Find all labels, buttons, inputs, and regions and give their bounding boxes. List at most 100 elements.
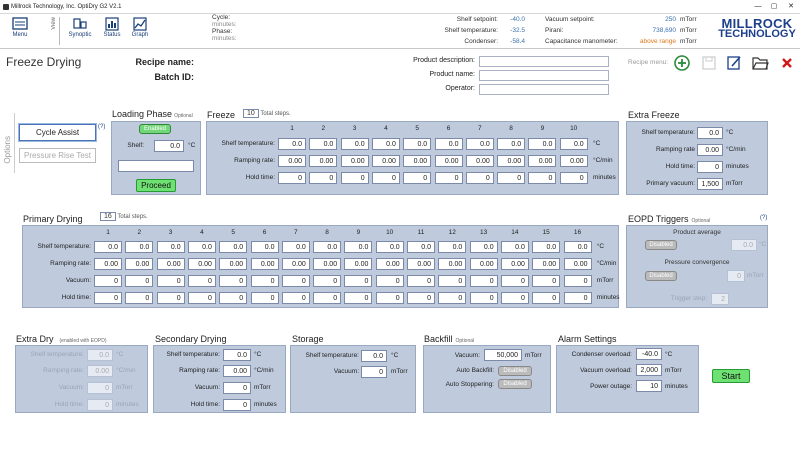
recipe-name-field[interactable] [198,57,348,68]
primary-cell-input[interactable]: 0 [375,292,404,304]
add-recipe-icon[interactable] [674,55,690,71]
primary-cell-input[interactable]: 0 [156,292,185,304]
freeze-cell-input[interactable]: 0 [465,172,494,184]
freeze-cell-input[interactable]: 0.00 [403,155,432,167]
freeze-cell-input[interactable]: 0.0 [465,138,494,150]
ed-ramp-input[interactable]: 0.00 [87,365,113,377]
eopd-avg-status[interactable]: Disabled [645,240,677,250]
primary-cell-input[interactable]: 0 [281,292,310,304]
freeze-cell-input[interactable]: 0.0 [434,138,463,150]
ef-shelf-input[interactable]: 0.0 [697,127,723,139]
primary-cell-input[interactable]: 0 [344,292,373,304]
primary-cell-input[interactable]: 0.00 [500,258,529,270]
primary-cell-input[interactable]: 0.0 [532,241,561,253]
primary-cell-input[interactable]: 0 [219,275,248,287]
save-recipe-icon[interactable] [702,56,716,70]
primary-cell-input[interactable]: 0 [500,275,529,287]
primary-cell-input[interactable]: 0.00 [156,258,185,270]
primary-cell-input[interactable]: 0.0 [94,241,122,253]
primary-cell-input[interactable]: 0 [219,292,248,304]
bf-auto-stoppering-toggle[interactable]: Disabled [498,379,532,389]
primary-cell-input[interactable]: 0 [187,275,216,287]
primary-cell-input[interactable]: 0 [563,275,592,287]
primary-cell-input[interactable]: 0 [500,292,529,304]
freeze-cell-input[interactable]: 0.0 [497,138,526,150]
eopd-trigger-input[interactable]: 2 [711,293,729,305]
primary-cell-input[interactable]: 0 [156,275,185,287]
ed-hold-input[interactable]: 0 [87,399,113,411]
freeze-cell-input[interactable]: 0 [559,172,588,184]
primary-cell-input[interactable]: 0.00 [187,258,216,270]
product-description-field[interactable] [479,56,609,67]
freeze-cell-input[interactable]: 0 [309,172,338,184]
primary-cell-input[interactable]: 0 [250,275,279,287]
primary-cell-input[interactable]: 0.00 [125,258,154,270]
freeze-cell-input[interactable]: 0.0 [278,138,306,150]
eopd-avg-input[interactable]: 0.0 [731,239,757,251]
primary-cell-input[interactable]: 0 [407,292,435,304]
al-vac-input[interactable]: 2,000 [636,364,662,376]
primary-cell-input[interactable]: 0 [250,292,279,304]
pressure-rise-test-button[interactable]: Pressure Rise Test [19,148,96,163]
primary-steps-input[interactable]: 16 [100,212,116,221]
ed-vac-input[interactable]: 0 [87,382,113,394]
batch-id-field[interactable] [198,72,348,83]
sd-hold-input[interactable]: 0 [223,399,251,411]
freeze-cell-input[interactable]: 0 [528,172,557,184]
primary-cell-input[interactable]: 0 [94,292,122,304]
st-vac-input[interactable]: 0 [361,366,387,378]
bf-auto-backfill-toggle[interactable]: Disabled [498,366,532,376]
sd-vac-input[interactable]: 0 [223,382,251,394]
freeze-cell-input[interactable]: 0.00 [371,155,400,167]
freeze-cell-input[interactable]: 0.00 [434,155,463,167]
freeze-cell-input[interactable]: 0.00 [340,155,369,167]
primary-cell-input[interactable]: 0 [313,292,342,304]
primary-cell-input[interactable]: 0 [125,275,154,287]
primary-cell-input[interactable]: 0.00 [94,258,122,270]
primary-cell-input[interactable]: 0 [94,275,122,287]
primary-cell-input[interactable]: 0.0 [500,241,529,253]
primary-cell-input[interactable]: 0 [344,275,373,287]
sd-shelf-input[interactable]: 0.0 [223,349,251,361]
primary-cell-input[interactable]: 0.0 [438,241,467,253]
delete-recipe-icon[interactable] [781,57,793,69]
primary-cell-input[interactable]: 0 [469,275,498,287]
freeze-cell-input[interactable]: 0 [497,172,526,184]
open-folder-icon[interactable] [752,56,769,70]
start-button[interactable]: Start [712,369,750,383]
freeze-steps-input[interactable]: 10 [243,109,259,118]
freeze-cell-input[interactable]: 0.00 [497,155,526,167]
ed-shelf-input[interactable]: 0.0 [87,349,113,361]
primary-cell-input[interactable]: 0.0 [469,241,498,253]
menu-button[interactable]: Menu [8,16,32,46]
freeze-cell-input[interactable]: 0.00 [465,155,494,167]
primary-cell-input[interactable]: 0.00 [344,258,373,270]
primary-cell-input[interactable]: 0.00 [313,258,342,270]
freeze-cell-input[interactable]: 0 [434,172,463,184]
freeze-cell-input[interactable]: 0.0 [340,138,369,150]
loading-message-field[interactable] [118,160,194,172]
loading-shelf-input[interactable]: 0.0 [154,140,184,152]
proceed-button[interactable]: Proceed [136,179,176,192]
freeze-cell-input[interactable]: 0 [340,172,369,184]
freeze-cell-input[interactable]: 0.00 [309,155,338,167]
primary-cell-input[interactable]: 0.0 [219,241,248,253]
primary-cell-input[interactable]: 0.0 [313,241,342,253]
primary-cell-input[interactable]: 0.00 [407,258,435,270]
product-name-field[interactable] [479,70,609,81]
primary-cell-input[interactable]: 0 [407,275,435,287]
freeze-cell-input[interactable]: 0.0 [309,138,338,150]
primary-cell-input[interactable]: 0.0 [250,241,279,253]
primary-cell-input[interactable]: 0.00 [219,258,248,270]
freeze-cell-input[interactable]: 0 [403,172,432,184]
edit-recipe-icon[interactable] [727,55,742,70]
bf-vac-input[interactable]: 50,000 [484,349,522,361]
al-cond-input[interactable]: -40.0 [636,348,662,360]
primary-cell-input[interactable]: 0.00 [281,258,310,270]
freeze-cell-input[interactable]: 0.0 [559,138,588,150]
loading-status-badge[interactable]: Enabled [139,124,171,134]
st-shelf-input[interactable]: 0.0 [361,350,387,362]
primary-cell-input[interactable]: 0.00 [532,258,561,270]
minimize-button[interactable]: — [752,0,764,14]
freeze-cell-input[interactable]: 0 [371,172,400,184]
